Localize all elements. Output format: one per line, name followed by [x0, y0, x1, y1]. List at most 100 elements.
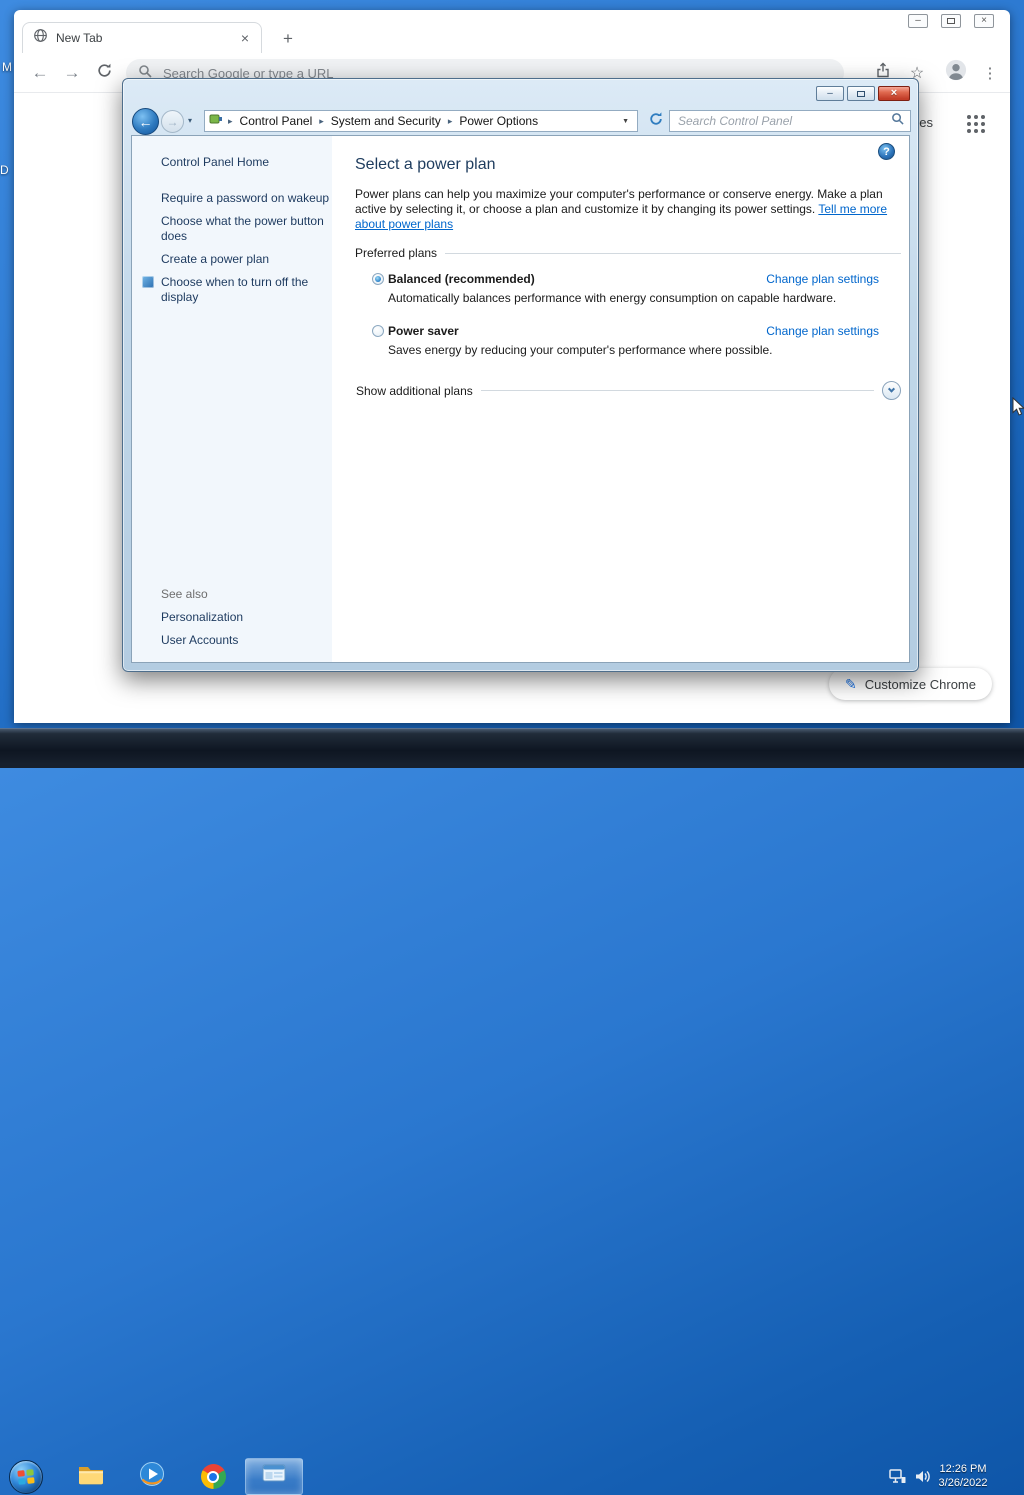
breadcrumb-separator-icon: ▸ — [319, 115, 324, 126]
kebab-menu-icon: ⋮ — [982, 64, 998, 82]
profile-button[interactable] — [942, 53, 970, 92]
avatar-icon — [945, 59, 967, 86]
file-explorer-taskbar-button[interactable] — [62, 1458, 120, 1495]
back-button[interactable]: ← — [26, 53, 54, 92]
see-also-header: See also — [161, 587, 208, 601]
reload-button[interactable] — [90, 53, 118, 92]
group-header-label: Preferred plans — [355, 246, 438, 260]
preferred-plans-group: Preferred plans — [355, 246, 901, 260]
plus-icon: + — [283, 29, 293, 48]
maximize-button[interactable] — [847, 86, 875, 101]
radio-balanced[interactable] — [372, 273, 384, 285]
control-panel-window-controls: – × — [816, 86, 910, 101]
media-player-icon — [139, 1461, 165, 1492]
pencil-icon: ✎ — [845, 675, 857, 692]
recent-pages-chevron-icon[interactable]: ▾ — [188, 116, 192, 125]
plan-description: Automatically balances performance with … — [388, 291, 837, 305]
control-panel-taskbar-button[interactable] — [245, 1458, 303, 1495]
sidebar-item-control-panel-home[interactable]: Control Panel Home — [161, 155, 341, 170]
close-button[interactable]: × — [878, 86, 910, 101]
close-icon: × — [981, 15, 987, 26]
change-plan-settings-link[interactable]: Change plan settings — [766, 324, 879, 338]
display-task-icon — [142, 276, 154, 288]
plan-row-power-saver: Power saver Change plan settings Saves e… — [372, 324, 879, 364]
radio-power-saver[interactable] — [372, 325, 384, 337]
new-tab-button[interactable]: + — [276, 27, 300, 51]
sidebar-item-require-password[interactable]: Require a password on wakeup — [161, 191, 341, 206]
show-additional-plans-label: Show additional plans — [356, 383, 473, 398]
close-button[interactable]: × — [974, 14, 994, 28]
minimize-button[interactable]: – — [816, 86, 844, 101]
breadcrumb-control-panel[interactable]: Control Panel — [238, 114, 315, 128]
close-icon: × — [890, 87, 898, 99]
browser-tab[interactable]: New Tab × — [22, 22, 262, 53]
chrome-icon — [200, 1464, 226, 1489]
plan-name[interactable]: Balanced (recommended) — [388, 272, 535, 286]
refresh-button[interactable] — [646, 111, 666, 131]
forward-button[interactable]: → — [161, 110, 184, 133]
customize-chrome-button[interactable]: ✎ Customize Chrome — [829, 668, 992, 700]
tab-close-icon[interactable]: × — [239, 30, 251, 46]
navigation-bar: ← → ▾ ▸ Control Panel ▸ System and Secur… — [123, 107, 918, 135]
help-icon: ? — [883, 145, 890, 158]
control-panel-search-box[interactable] — [669, 110, 911, 132]
mouse-cursor — [1012, 396, 1024, 421]
breadcrumb-power-options[interactable]: Power Options — [457, 114, 540, 128]
sidebar-item-turn-off-display[interactable]: Choose when to turn off the display — [161, 275, 341, 305]
clock-date: 3/26/2022 — [938, 1477, 988, 1489]
minimize-button[interactable]: – — [908, 14, 928, 28]
windows-logo-icon — [17, 1469, 35, 1485]
sidebar-item-power-button[interactable]: Choose what the power button does — [161, 214, 341, 244]
group-header-rule — [445, 252, 901, 254]
tab-title: New Tab — [56, 31, 103, 45]
customize-chrome-label: Customize Chrome — [864, 676, 976, 692]
plan-description: Saves energy by reducing your computer's… — [388, 343, 773, 357]
chrome-taskbar-button[interactable] — [184, 1458, 242, 1495]
forward-arrow-icon: → — [63, 62, 81, 82]
back-arrow-icon: ← — [31, 62, 49, 82]
forward-button[interactable]: → — [58, 53, 86, 92]
breadcrumb-system-and-security[interactable]: System and Security — [329, 114, 443, 128]
address-dropdown-icon[interactable]: ▼ — [622, 118, 633, 125]
google-apps-grid-icon[interactable] — [966, 114, 987, 135]
taskbar-clock[interactable]: 12:26 PM 3/26/2022 — [924, 1462, 1002, 1490]
expand-additional-plans-button[interactable] — [882, 381, 901, 400]
main-panel: ? Select a power plan Power plans can he… — [332, 136, 909, 662]
sidebar-item-user-accounts[interactable]: User Accounts — [161, 633, 341, 648]
sidebar: Control Panel Home Require a password on… — [132, 136, 332, 662]
search-input[interactable] — [676, 113, 891, 129]
chevron-down-icon — [887, 385, 896, 393]
power-options-icon — [209, 112, 223, 130]
search-magnifier-icon — [891, 112, 904, 130]
network-tray-icon[interactable] — [889, 1469, 906, 1489]
intro-body: Power plans can help you maximize your c… — [355, 187, 883, 216]
refresh-icon — [648, 111, 664, 132]
control-panel-window: – × ← → ▾ ▸ Control Panel ▸ System and S… — [122, 78, 919, 672]
back-arrow-icon: ← — [138, 113, 153, 130]
desktop-icon-label-fragment: D — [0, 163, 9, 177]
help-button[interactable]: ? — [878, 143, 895, 160]
start-button[interactable] — [9, 1460, 43, 1494]
taskbar-buttons — [62, 1458, 303, 1495]
minimize-icon: – — [915, 15, 921, 26]
media-player-taskbar-button[interactable] — [123, 1458, 181, 1495]
sidebar-item-create-power-plan[interactable]: Create a power plan — [161, 252, 341, 267]
forward-arrow-icon: → — [166, 114, 179, 129]
restore-button[interactable] — [941, 14, 961, 28]
page-title: Select a power plan — [355, 156, 496, 173]
folder-icon — [77, 1463, 105, 1490]
address-breadcrumb-bar[interactable]: ▸ Control Panel ▸ System and Security ▸ … — [204, 110, 638, 132]
plan-name[interactable]: Power saver — [388, 324, 459, 338]
control-panel-window-icon — [262, 1464, 286, 1489]
back-button[interactable]: ← — [132, 108, 159, 135]
sidebar-item-personalization[interactable]: Personalization — [161, 610, 341, 625]
browser-menu-button[interactable]: ⋮ — [978, 53, 1002, 92]
breadcrumb-separator-icon: ▸ — [447, 115, 453, 126]
minimize-icon: – — [827, 87, 833, 99]
intro-text: Power plans can help you maximize your c… — [355, 187, 892, 232]
clock-time: 12:26 PM — [939, 1463, 987, 1475]
globe-favicon-icon — [33, 28, 48, 48]
plan-row-balanced: Balanced (recommended) Change plan setti… — [372, 272, 879, 312]
maximize-icon — [857, 90, 865, 97]
change-plan-settings-link[interactable]: Change plan settings — [766, 272, 879, 286]
